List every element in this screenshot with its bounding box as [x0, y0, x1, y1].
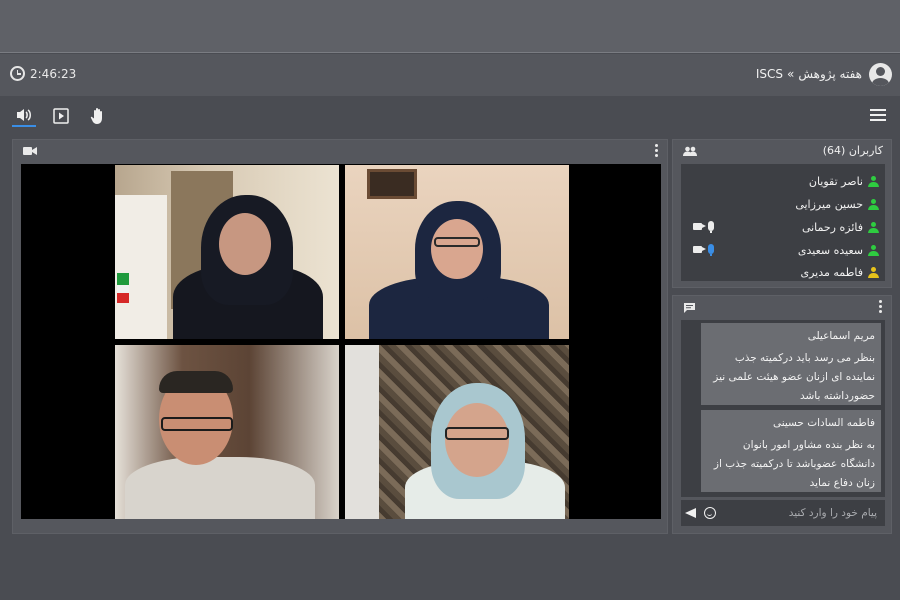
speaker-button[interactable]	[12, 105, 36, 127]
chat-bubble-icon	[684, 303, 695, 313]
chat-input[interactable]	[716, 502, 885, 524]
flag-icon	[117, 273, 129, 285]
camera-icon[interactable]	[693, 222, 706, 230]
video-panel	[12, 139, 668, 534]
top-strip	[0, 0, 900, 53]
session-timer: 2:46:23	[10, 66, 76, 81]
send-icon[interactable]	[685, 508, 696, 518]
users-list: ناصر تقویان حسین میرزایی فائزه رحمانی سع…	[681, 164, 885, 281]
chat-message: فاطمه السادات حسینی به نظر بنده مشاور ام…	[701, 410, 881, 492]
user-status-icon	[868, 266, 879, 278]
video-panel-header	[13, 140, 667, 162]
message-text: به نظر بنده مشاور امور بانوان دانشگاه عض…	[713, 439, 875, 489]
toolbar	[0, 97, 900, 135]
message-sender: فاطمه السادات حسینی	[772, 417, 875, 429]
speaker-icon	[17, 109, 31, 121]
hair	[159, 371, 233, 393]
user-status-icon	[868, 244, 879, 256]
glasses-icon	[445, 427, 509, 440]
user-name: فائزه رحمانی	[801, 220, 863, 234]
users-title: کاربران (64)	[822, 144, 883, 157]
menu-button[interactable]	[870, 109, 886, 121]
glasses-icon	[434, 237, 480, 247]
message-text: بنظر می رسد باید درکمیته جذب نماینده ای …	[713, 352, 875, 402]
user-name: سعیده سعیدی	[797, 243, 863, 257]
raise-hand-icon	[90, 108, 102, 124]
user-row[interactable]: فاطمه مدیری	[689, 263, 879, 281]
video-tile-participant-4[interactable]	[345, 345, 569, 519]
video-grid	[21, 164, 661, 519]
users-group-icon	[683, 146, 697, 156]
video-tile-participant-2[interactable]	[345, 165, 569, 339]
chat-input-bar	[681, 500, 885, 526]
chat-panel-header	[673, 296, 891, 318]
video-options-button[interactable]	[655, 144, 659, 157]
chat-message: مریم اسماعیلی بنظر می رسد باید درکمیته ج…	[701, 323, 881, 405]
chat-options-button[interactable]	[879, 300, 883, 313]
user-status-icon	[868, 175, 879, 187]
user-row[interactable]: فائزه رحمانی	[689, 218, 879, 236]
play-button[interactable]	[49, 105, 73, 127]
video-tile-participant-3[interactable]	[115, 345, 339, 519]
breadcrumb-separator: »	[787, 67, 795, 81]
message-sender: مریم اسماعیلی	[807, 330, 875, 342]
users-panel-header: کاربران (64)	[673, 140, 891, 162]
wall-frame	[367, 169, 417, 199]
microphone-active-icon[interactable]	[708, 244, 714, 256]
video-camera-icon	[23, 147, 37, 155]
video-tile-participant-1[interactable]	[115, 165, 339, 339]
users-panel: کاربران (64) ناصر تقویان حسین میرزایی فا…	[672, 139, 892, 288]
camera-icon[interactable]	[693, 245, 706, 253]
breadcrumb: هفته پژوهش » ISCS	[756, 67, 862, 81]
breadcrumb-page[interactable]: هفته پژوهش	[798, 67, 862, 81]
emoji-icon[interactable]	[704, 507, 716, 519]
chat-messages: مریم اسماعیلی بنظر می رسد باید درکمیته ج…	[681, 320, 885, 497]
user-status-icon	[868, 198, 879, 210]
timer-value: 2:46:23	[30, 66, 77, 81]
user-name: فاطمه مدیری	[800, 265, 863, 279]
play-icon	[53, 108, 69, 124]
user-status-icon	[868, 221, 879, 233]
microphone-icon[interactable]	[708, 221, 714, 233]
user-name: حسین میرزایی	[795, 197, 863, 211]
header-bar: 2:46:23 هفته پژوهش » ISCS	[0, 54, 900, 96]
raise-hand-button[interactable]	[86, 105, 110, 127]
menu-icon	[870, 109, 886, 111]
user-avatar-icon[interactable]	[869, 63, 892, 86]
clock-icon	[10, 66, 25, 81]
user-row[interactable]: سعیده سعیدی	[689, 241, 879, 259]
user-row[interactable]: حسین میرزایی	[689, 195, 879, 213]
user-row[interactable]: ناصر تقویان	[689, 172, 879, 190]
glasses-icon	[161, 417, 233, 431]
user-name: ناصر تقویان	[808, 174, 863, 188]
breadcrumb-root[interactable]: ISCS	[756, 67, 783, 81]
chat-panel: مریم اسماعیلی بنظر می رسد باید درکمیته ج…	[672, 295, 892, 534]
